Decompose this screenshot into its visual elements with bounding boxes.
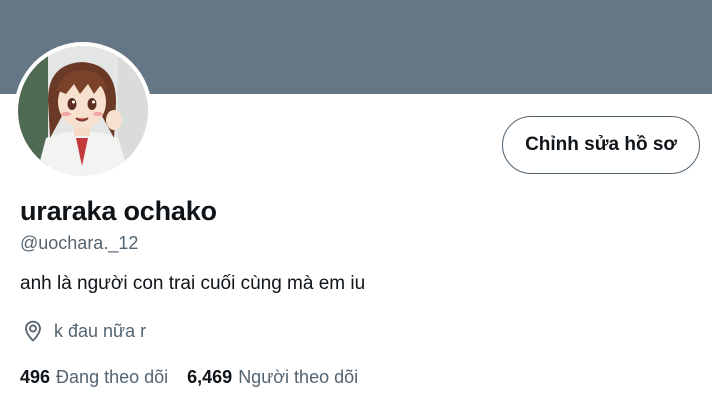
username-handle: @uochara._12 [20,233,139,253]
following-label: Đang theo dõi [56,367,169,387]
profile-avatar[interactable] [14,42,152,180]
profile-bio: anh là người con trai cuối cùng mà em iu [20,273,366,294]
avatar-image [18,46,148,176]
display-name: uraraka ochako [20,196,217,226]
edit-profile-button[interactable]: Chỉnh sửa hồ sơ [502,116,700,174]
followers-count: 6,469 [187,367,233,387]
location-pin-icon [20,318,46,344]
following-count: 496 [20,367,51,387]
follow-stats: 496 Đang theo dõi 6,469 Người theo dõi [20,367,358,388]
followers-link[interactable]: 6,469 Người theo dõi [187,367,358,388]
profile-location: k đau nữa r [20,318,146,344]
following-link[interactable]: 496 Đang theo dõi [20,367,168,388]
followers-label: Người theo dõi [238,367,359,387]
location-text: k đau nữa r [54,320,147,341]
